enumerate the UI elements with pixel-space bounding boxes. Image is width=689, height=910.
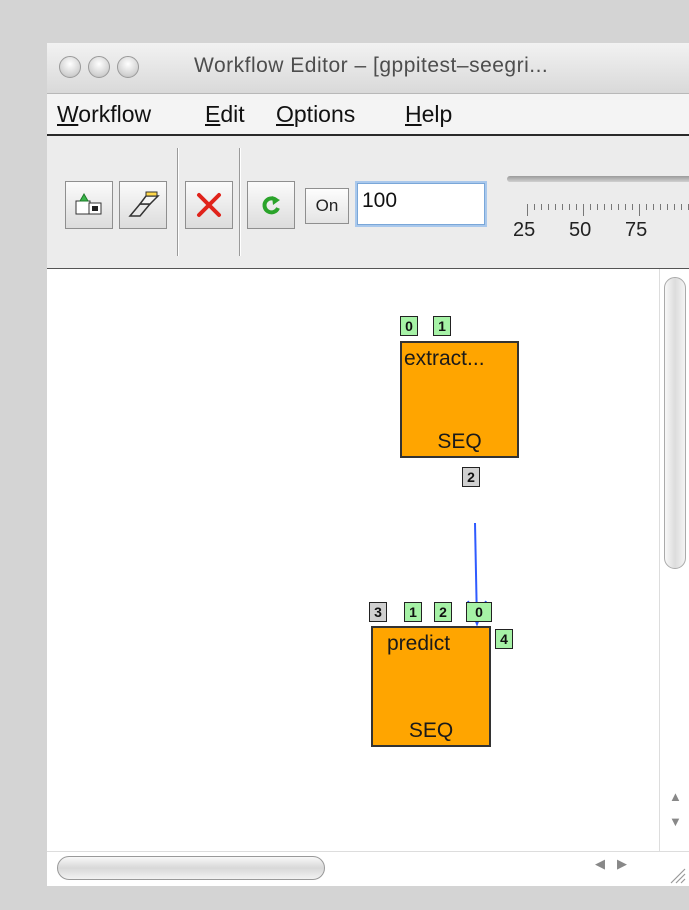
workflow-node[interactable]: predict SEQ bbox=[371, 626, 491, 747]
menu-workflow[interactable]: Workflow bbox=[57, 101, 151, 128]
slider-label: 25 bbox=[513, 219, 536, 241]
close-window-button[interactable] bbox=[59, 56, 81, 78]
workflow-node[interactable]: extract... SEQ bbox=[400, 341, 519, 458]
output-port[interactable]: 3 bbox=[369, 602, 387, 622]
horizontal-scrollbar[interactable]: ◀ ▶ bbox=[47, 851, 689, 886]
input-port[interactable]: 2 bbox=[434, 602, 452, 622]
menu-edit-mnemonic: E bbox=[205, 101, 221, 127]
delete-button[interactable] bbox=[185, 181, 233, 229]
input-port[interactable]: 1 bbox=[404, 602, 422, 622]
slider-label: 75 bbox=[625, 219, 648, 241]
slider-label: 50 bbox=[569, 219, 592, 241]
output-port[interactable]: 4 bbox=[495, 629, 513, 649]
input-port[interactable]: 1 bbox=[433, 316, 451, 336]
toolbar-separator bbox=[239, 148, 240, 256]
input-port[interactable]: 0 bbox=[466, 602, 492, 622]
scroll-right-icon[interactable]: ▶ bbox=[617, 856, 627, 872]
workflow-editor-window: Workflow Editor – [gppitest–seegri... Wo… bbox=[47, 43, 689, 886]
vertical-scroll-thumb[interactable] bbox=[664, 277, 686, 569]
menu-workflow-label: orkflow bbox=[78, 101, 152, 127]
workflow-canvas[interactable]: 0 1 extract... SEQ 2 3 1 2 0 predict SEQ… bbox=[47, 269, 659, 851]
scroll-left-icon[interactable]: ◀ bbox=[595, 856, 605, 872]
refresh-icon bbox=[262, 196, 280, 215]
menu-options-mnemonic: O bbox=[276, 101, 294, 127]
vertical-scrollbar[interactable]: ▲ ▼ bbox=[659, 269, 689, 851]
node-name: extract... bbox=[404, 347, 485, 370]
on-toggle-button[interactable]: On bbox=[305, 188, 349, 224]
connect-button[interactable] bbox=[119, 181, 167, 229]
value-input[interactable]: 100 bbox=[357, 183, 485, 225]
node-type: SEQ bbox=[408, 719, 454, 742]
refresh-button[interactable] bbox=[247, 181, 295, 229]
horizontal-scroll-thumb[interactable] bbox=[57, 856, 325, 880]
zoom-slider-ticks bbox=[527, 204, 689, 216]
output-port[interactable]: 2 bbox=[462, 467, 480, 487]
toolbar: On 100 25 50 75 bbox=[47, 136, 689, 269]
scroll-down-icon[interactable]: ▼ bbox=[669, 814, 682, 829]
delete-icon bbox=[197, 193, 221, 217]
workflow-link bbox=[467, 522, 487, 627]
resize-grip-icon[interactable] bbox=[665, 863, 687, 885]
menu-help[interactable]: Help bbox=[405, 101, 452, 128]
title-bar[interactable]: Workflow Editor – [gppitest–seegri... bbox=[47, 43, 689, 94]
menu-options[interactable]: Options bbox=[276, 101, 355, 128]
export-button[interactable] bbox=[65, 181, 113, 229]
connect-icon bbox=[128, 191, 160, 217]
menu-workflow-mnemonic: W bbox=[57, 101, 79, 127]
export-icon bbox=[75, 192, 102, 215]
menu-edit[interactable]: Edit bbox=[205, 101, 245, 128]
window-title: Workflow Editor – [gppitest–seegri... bbox=[194, 54, 549, 77]
menu-bar: Workflow Edit Options Help bbox=[47, 94, 689, 136]
menu-help-label: elp bbox=[421, 101, 453, 127]
menu-edit-label: dit bbox=[220, 101, 245, 127]
toolbar-separator bbox=[177, 148, 178, 256]
input-port[interactable]: 0 bbox=[400, 316, 418, 336]
zoom-window-button[interactable] bbox=[117, 56, 139, 78]
node-name: predict bbox=[387, 632, 451, 655]
menu-options-label: ptions bbox=[293, 101, 356, 127]
minimize-window-button[interactable] bbox=[88, 56, 110, 78]
scroll-up-icon[interactable]: ▲ bbox=[669, 789, 682, 804]
menu-help-mnemonic: H bbox=[405, 101, 422, 127]
node-type: SEQ bbox=[437, 430, 482, 453]
zoom-slider[interactable] bbox=[507, 176, 689, 182]
